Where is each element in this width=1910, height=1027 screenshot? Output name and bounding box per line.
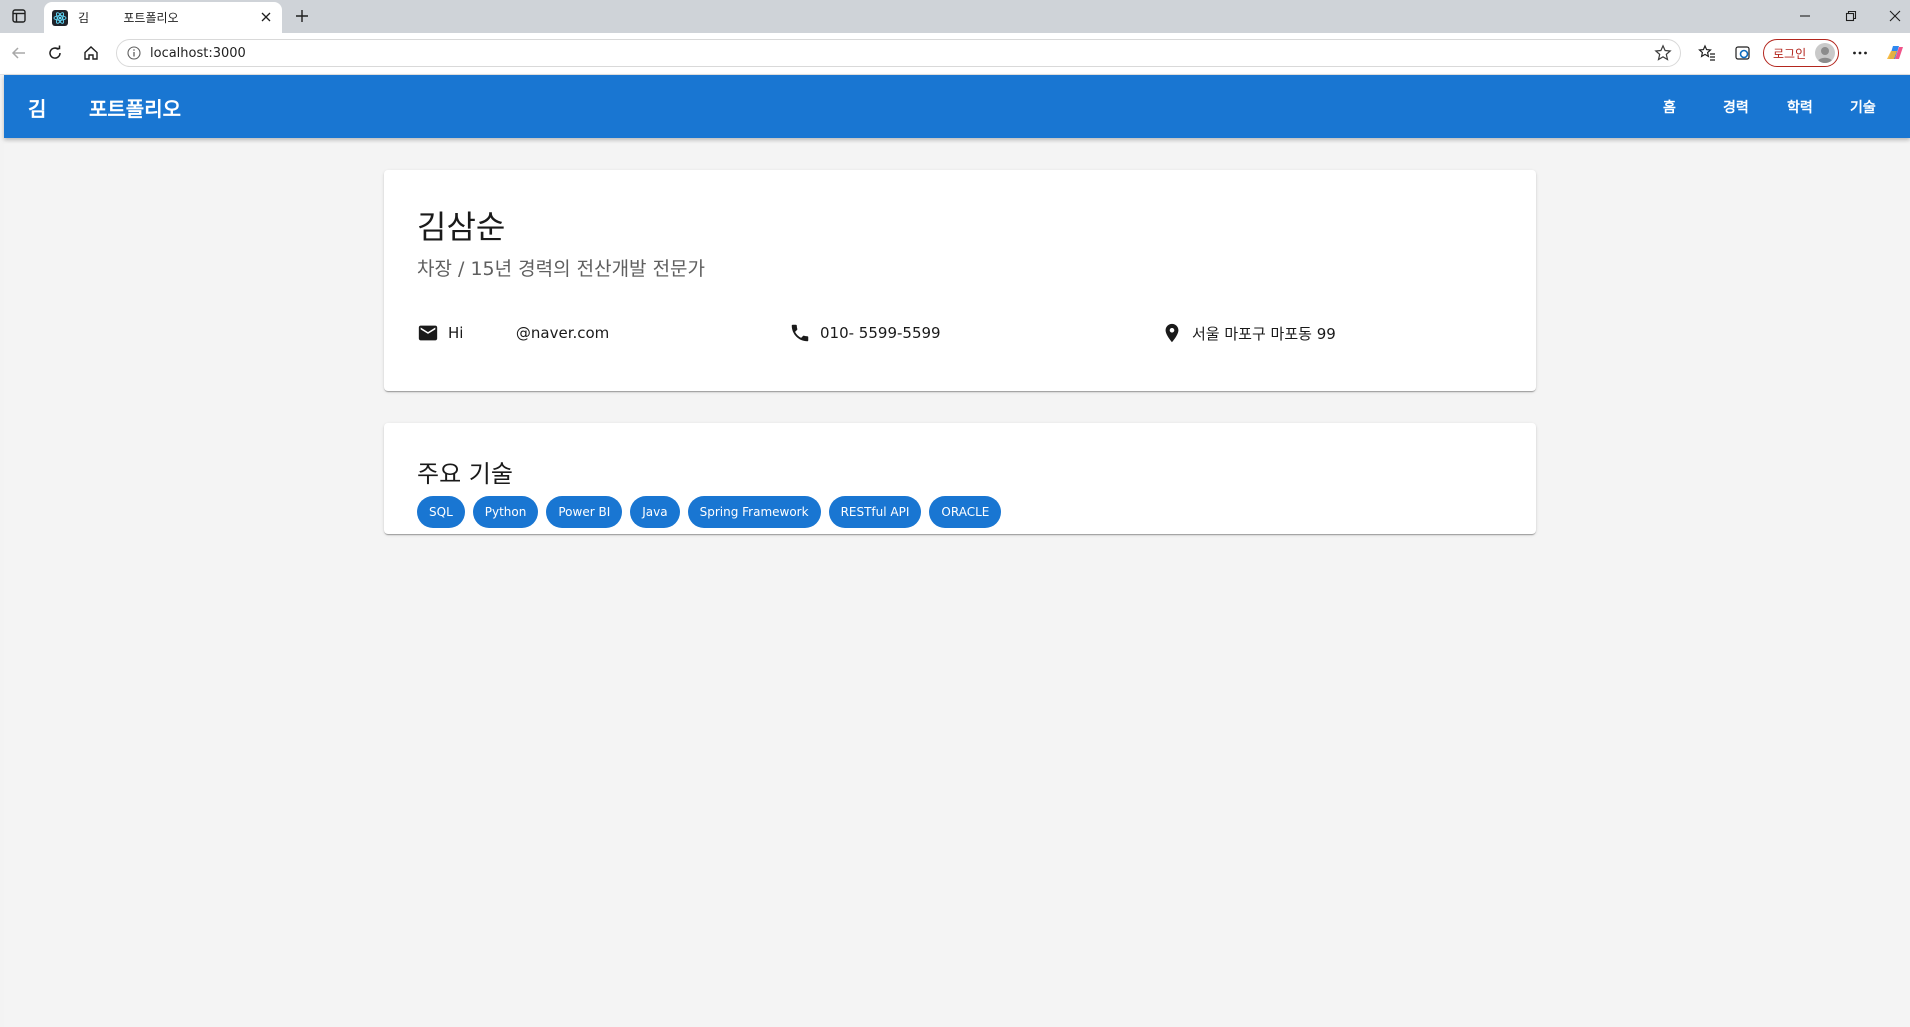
skills-title: 주요 기술 (417, 460, 513, 488)
profile-name: 김삼순 (417, 208, 506, 246)
profile-button[interactable]: 로그인 (1763, 39, 1839, 67)
email-icon (418, 325, 438, 341)
email-contact: Hi @naver.com (417, 322, 609, 344)
close-window-icon[interactable] (1885, 6, 1905, 26)
address-value: 서울 마포구 마포동 99 (1192, 324, 1336, 343)
react-icon (52, 9, 68, 26)
more-options-icon[interactable] (1850, 43, 1870, 63)
avatar (1815, 43, 1835, 63)
back-icon[interactable] (9, 43, 29, 63)
nav-skills[interactable]: 기술 (1850, 97, 1876, 117)
home-icon[interactable] (81, 43, 101, 63)
skill-chip: Python (472, 496, 539, 528)
brand-initial: 김 (28, 97, 47, 121)
skill-chip: SQL (417, 496, 465, 528)
skill-chip: Power BI (546, 496, 623, 528)
phone-value: 010- 5599-5599 (820, 324, 941, 342)
skill-chips: SQL Python Power BI Java Spring Framewor… (417, 496, 1002, 528)
favorite-star-icon[interactable] (1654, 44, 1672, 62)
skill-chip: RESTful API (828, 496, 922, 528)
copilot-icon[interactable] (1885, 43, 1905, 63)
skill-chip: Java (630, 496, 680, 528)
skill-chip: ORACLE (929, 496, 1002, 528)
phone-contact: 010- 5599-5599 (789, 322, 941, 344)
address-bar[interactable]: localhost:3000 (116, 39, 1681, 67)
phone-icon (791, 324, 809, 342)
page-viewport: 김 포트폴리오 홈 경력 학력 기술 김삼순 차장 / 15년 경력의 전산개발… (4, 75, 1910, 1027)
browser-toolbar: localhost:3000 로그인 (0, 33, 1910, 75)
profile-label: 로그인 (1773, 46, 1807, 61)
skill-chip: Spring Framework (687, 496, 821, 528)
email-value: Hi @naver.com (448, 324, 610, 342)
profile-subtitle: 차장 / 15년 경력의 전산개발 전문가 (417, 258, 706, 280)
nav-education[interactable]: 학력 (1787, 97, 1813, 117)
profile-card: 김삼순 차장 / 15년 경력의 전산개발 전문가 Hi @naver.com … (384, 170, 1536, 391)
tab-title: 김 포트폴리오 (78, 11, 179, 25)
nav-career[interactable]: 경력 (1723, 97, 1749, 117)
nav-home[interactable]: 홈 (1663, 97, 1676, 117)
browser-tab-strip: 김 포트폴리오 (0, 0, 1910, 33)
new-tab-icon[interactable] (292, 6, 312, 26)
site-info-icon[interactable] (126, 45, 142, 61)
restore-icon[interactable] (1841, 6, 1861, 26)
browser-tab[interactable]: 김 포트폴리오 (44, 2, 282, 33)
skills-card: 주요 기술 SQL Python Power BI Java Spring Fr… (384, 423, 1536, 534)
refresh-icon[interactable] (45, 43, 65, 63)
minimize-icon[interactable] (1795, 6, 1815, 26)
url-text[interactable]: localhost:3000 (150, 46, 246, 61)
brand-title: 포트폴리오 (89, 97, 181, 121)
app-bar: 김 포트폴리오 홈 경력 학력 기술 (4, 75, 1910, 138)
close-tab-icon[interactable] (258, 9, 274, 25)
favorites-icon[interactable] (1697, 43, 1717, 63)
location-pin-icon (1165, 323, 1179, 343)
address-contact: 서울 마포구 마포동 99 (1161, 322, 1336, 344)
collections-icon[interactable] (1733, 43, 1753, 63)
tab-actions-icon[interactable] (10, 7, 28, 25)
